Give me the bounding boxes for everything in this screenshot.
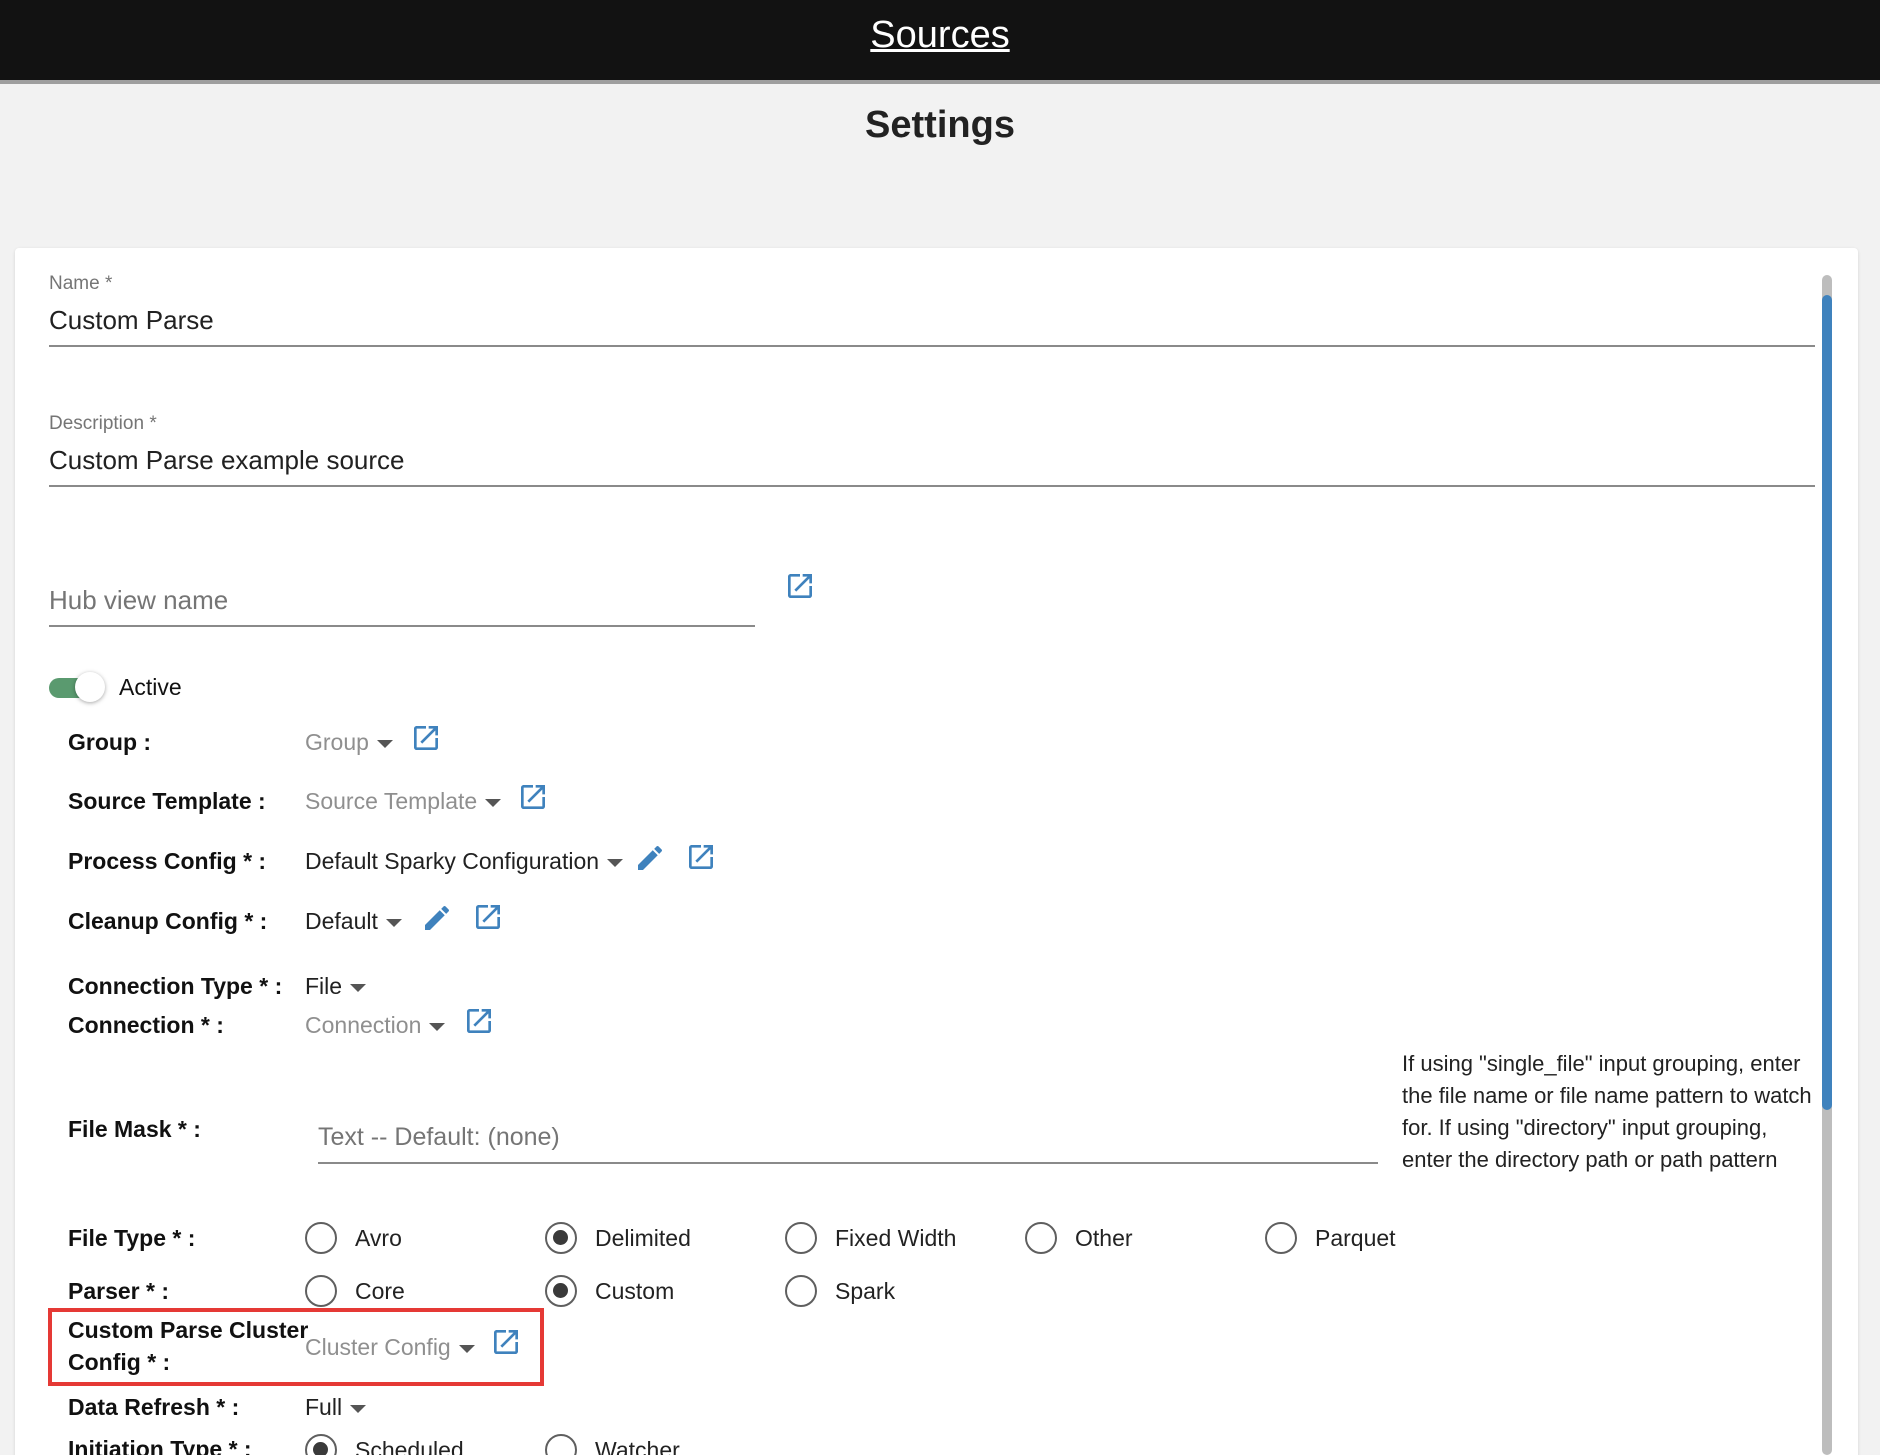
initiation-type-radio-scheduled[interactable]: Scheduled bbox=[305, 1433, 464, 1455]
chevron-down-icon bbox=[458, 1344, 475, 1353]
radio-label: Avro bbox=[355, 1224, 402, 1251]
source-template-select[interactable]: Source Template bbox=[305, 785, 502, 817]
radio-label: Delimited bbox=[595, 1224, 691, 1251]
open-in-new-icon[interactable] bbox=[490, 1326, 522, 1358]
radio-label: Watcher bbox=[595, 1436, 680, 1455]
cleanup-config-select-value: Default bbox=[305, 908, 378, 934]
data-refresh-select-value: Full bbox=[305, 1394, 343, 1420]
open-in-new-icon[interactable] bbox=[784, 570, 816, 602]
label-line-2: Config * : bbox=[68, 1349, 171, 1375]
connection-label: Connection * : bbox=[68, 1012, 224, 1038]
source-template-label: Source Template : bbox=[68, 788, 266, 814]
initiation-type-radio-watcher[interactable]: Watcher bbox=[545, 1433, 680, 1455]
hub-view-underline bbox=[49, 625, 755, 627]
group-select-value: Group bbox=[305, 729, 369, 755]
parser-radio-spark[interactable]: Spark bbox=[785, 1274, 895, 1308]
file-type-radio-avro[interactable]: Avro bbox=[305, 1221, 402, 1255]
radio-label: Core bbox=[355, 1277, 405, 1304]
open-in-new-icon[interactable] bbox=[472, 901, 504, 933]
file-type-radio-delimited[interactable]: Delimited bbox=[545, 1221, 691, 1255]
radio-label: Scheduled bbox=[355, 1436, 464, 1455]
group-label: Group : bbox=[68, 729, 152, 755]
file-type-label: File Type * : bbox=[68, 1225, 196, 1251]
settings-card bbox=[15, 248, 1858, 1455]
radio-circle bbox=[1265, 1222, 1297, 1254]
parser-radio-custom[interactable]: Custom bbox=[545, 1274, 674, 1308]
radio-label: Fixed Width bbox=[835, 1224, 957, 1251]
custom-parse-cluster-config-label: Custom Parse Cluster Config * : bbox=[68, 1314, 308, 1378]
chevron-down-icon bbox=[385, 918, 402, 927]
radio-circle bbox=[305, 1222, 337, 1254]
file-mask-input[interactable]: Text -- Default: (none) bbox=[318, 1123, 560, 1152]
file-type-radio-other[interactable]: Other bbox=[1025, 1221, 1133, 1255]
hub-view-name-input[interactable]: Hub view name bbox=[49, 585, 228, 616]
radio-circle bbox=[785, 1275, 817, 1307]
chevron-down-icon bbox=[607, 858, 624, 867]
chevron-down-icon bbox=[376, 739, 393, 748]
top-bar: Sources bbox=[0, 0, 1880, 84]
chevron-down-icon bbox=[350, 983, 367, 992]
cluster-config-select[interactable]: Cluster Config bbox=[305, 1331, 475, 1363]
open-in-new-icon[interactable] bbox=[463, 1005, 495, 1037]
scrollbar-thumb[interactable] bbox=[1822, 295, 1832, 1110]
radio-circle bbox=[1025, 1222, 1057, 1254]
cluster-config-select-value: Cluster Config bbox=[305, 1334, 451, 1360]
radio-label: Other bbox=[1075, 1224, 1133, 1251]
initiation-type-label: Initiation Type * : bbox=[68, 1436, 252, 1455]
radio-circle-checked bbox=[545, 1222, 577, 1254]
data-refresh-select[interactable]: Full bbox=[305, 1391, 367, 1423]
label-line-1: Custom Parse Cluster bbox=[68, 1317, 309, 1343]
chevron-down-icon bbox=[429, 1022, 446, 1031]
process-config-label: Process Config * : bbox=[68, 848, 267, 874]
open-in-new-icon[interactable] bbox=[517, 781, 549, 813]
radio-label: Custom bbox=[595, 1277, 675, 1304]
process-config-select[interactable]: Default Sparky Configuration bbox=[305, 845, 624, 877]
group-select[interactable]: Group bbox=[305, 726, 393, 758]
name-underline bbox=[49, 345, 1815, 347]
file-type-radio-parquet[interactable]: Parquet bbox=[1265, 1221, 1396, 1255]
parser-label: Parser * : bbox=[68, 1278, 170, 1304]
radio-circle-checked bbox=[545, 1275, 577, 1307]
radio-circle bbox=[305, 1275, 337, 1307]
chevron-down-icon bbox=[350, 1404, 367, 1413]
source-template-select-value: Source Template bbox=[305, 788, 478, 814]
description-label: Description * bbox=[49, 413, 157, 434]
cleanup-config-label: Cleanup Config * : bbox=[68, 908, 268, 934]
radio-circle bbox=[785, 1222, 817, 1254]
name-label: Name * bbox=[49, 273, 113, 294]
connection-select[interactable]: Connection bbox=[305, 1009, 446, 1041]
cleanup-config-select[interactable]: Default bbox=[305, 905, 402, 937]
radio-circle-checked bbox=[305, 1434, 337, 1455]
data-refresh-label: Data Refresh * : bbox=[68, 1394, 240, 1420]
active-label: Active bbox=[119, 674, 182, 700]
description-underline bbox=[49, 485, 1815, 487]
file-type-radio-fixed-width[interactable]: Fixed Width bbox=[785, 1221, 956, 1255]
connection-type-select[interactable]: File bbox=[305, 970, 367, 1002]
toggle-knob bbox=[75, 672, 105, 702]
file-mask-underline bbox=[318, 1162, 1378, 1164]
edit-pencil-icon[interactable] bbox=[421, 902, 453, 934]
active-toggle[interactable] bbox=[49, 672, 105, 702]
file-mask-label: File Mask * : bbox=[68, 1116, 201, 1142]
chevron-down-icon bbox=[485, 798, 502, 807]
parser-radio-core[interactable]: Core bbox=[305, 1274, 405, 1308]
radio-circle bbox=[545, 1434, 577, 1455]
connection-select-value: Connection bbox=[305, 1012, 422, 1038]
page-title: Settings bbox=[865, 104, 1015, 146]
open-in-new-icon[interactable] bbox=[410, 722, 442, 754]
process-config-select-value: Default Sparky Configuration bbox=[305, 848, 600, 874]
description-input[interactable]: Custom Parse example source bbox=[49, 445, 404, 476]
name-input[interactable]: Custom Parse bbox=[49, 305, 214, 336]
connection-type-select-value: File bbox=[305, 973, 343, 999]
open-in-new-icon[interactable] bbox=[685, 841, 717, 873]
radio-label: Parquet bbox=[1315, 1224, 1396, 1251]
sources-link[interactable]: Sources bbox=[0, 14, 1880, 57]
edit-pencil-icon[interactable] bbox=[634, 842, 666, 874]
connection-type-label: Connection Type * : bbox=[68, 973, 283, 999]
radio-label: Spark bbox=[835, 1277, 896, 1304]
file-mask-help-text: If using "single_file" input grouping, e… bbox=[1402, 1051, 1812, 1172]
